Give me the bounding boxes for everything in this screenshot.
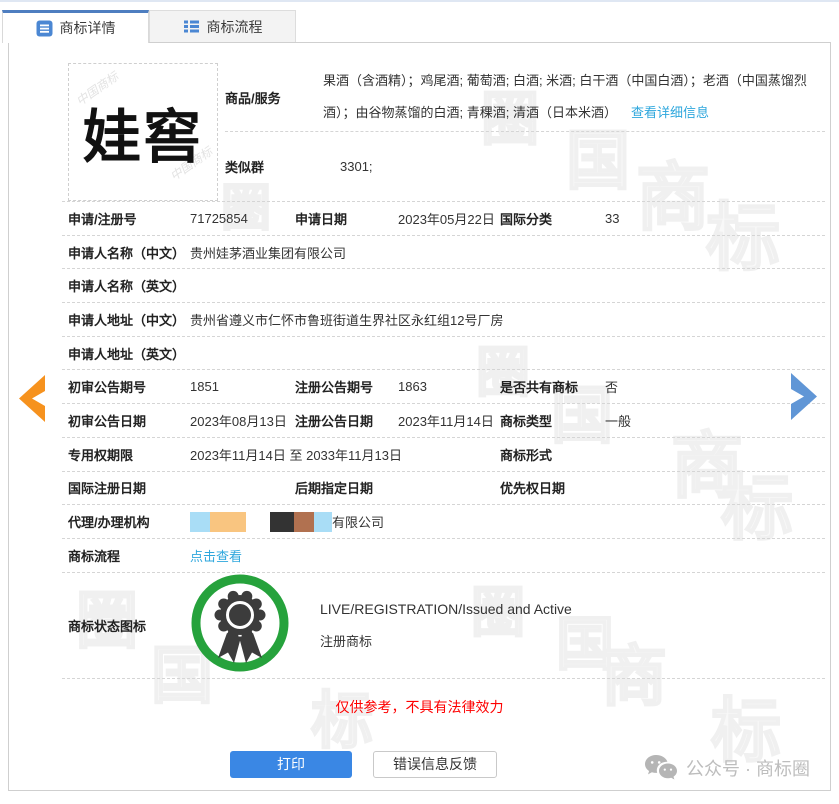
redaction-block [270,511,294,532]
tab-label: 商标流程 [206,18,263,35]
field-label: 申请人名称（中文） [68,245,186,261]
field-label: 专用权期限 [68,447,134,463]
previous-arrow-button[interactable] [19,375,46,427]
field-label: 申请人地址（中文） [68,312,186,328]
tab-bar: 商标详情 商标流程 [0,10,839,43]
status-label: 商标状态图标 [68,618,147,634]
field-value: 71725854 [190,210,248,226]
field-label: 商标形式 [500,447,553,463]
top-divider [0,0,839,2]
field-value: 2023年11月14日 [398,413,494,429]
goods-services-text: 果酒（含酒精）；鸡尾酒; 葡萄酒; 白酒; 米酒; 白干酒（中国白酒）；老酒（中… [323,73,807,120]
redaction-block [314,511,332,532]
field-value: 2023年08月13日 [190,413,287,429]
wechat-icon [645,755,677,780]
field-label: 是否共有商标 [500,380,579,396]
field-label: 优先权日期 [500,481,566,497]
field-label: 注册公告日期 [295,413,374,429]
process-list-icon [183,18,200,35]
table-row: 申请人地址（英文） [62,337,825,371]
award-ribbon-icon [191,574,289,672]
field-label: 注册公告期号 [295,380,374,396]
status-text: LIVE/REGISTRATION/Issued and Active 注册商标 [320,601,825,650]
chevron-right-icon [791,373,817,420]
wechat-account-text: 公众号 · 商标圈 [686,759,810,779]
table-row: 申请人名称（英文） [62,269,825,304]
print-button[interactable]: 打印 [230,750,352,778]
table-row: 初审公告期号 1851 注册公告期号 1863 是否共有商标 否 [62,370,825,405]
error-feedback-button[interactable]: 错误信息反馈 [373,750,497,778]
process-row: 商标流程 点击查看 [62,539,825,573]
redaction-block [190,511,210,532]
tab-label: 商标详情 [59,20,116,36]
field-label: 申请人地址（英文） [68,346,186,362]
field-label: 申请日期 [295,211,348,227]
goods-services-value: 果酒（含酒精）；鸡尾酒; 葡萄酒; 白酒; 米酒; 白干酒（中国白酒）；老酒（中… [323,65,825,129]
goods-services-label: 商品/服务 [225,90,281,106]
similar-group-value: 3301; [340,158,373,174]
trademark-image: 中国商标 中国商标 娃窖 [68,63,218,201]
redaction-block [294,511,314,532]
trademark-summary-section: 中国商标 中国商标 娃窖 商品/服务 果酒（含酒精）；鸡尾酒; 葡萄酒; 白酒;… [62,43,825,202]
field-value: 2023年05月22日 [398,211,495,227]
trademark-name: 娃窖 [82,105,203,170]
chevron-left-icon [19,375,45,422]
agent-label: 代理/办理机构 [68,515,150,531]
field-value: 贵州娃茅酒业集团有限公司 [190,245,347,261]
goods-services-row: 商品/服务 果酒（含酒精）；鸡尾酒; 葡萄酒; 白酒; 米酒; 白干酒（中国白酒… [225,63,825,132]
status-line-cn: 注册商标 [320,633,373,649]
field-label: 国际注册日期 [68,481,147,497]
view-details-link[interactable]: 查看详细信息 [631,105,709,120]
agent-row: 代理/办理机构 有限公司 [62,505,825,539]
table-row: 专用权期限 2023年11月14日 至 2033年11月13日 商标形式 [62,438,825,472]
table-row: 国际注册日期 后期指定日期 优先权日期 [62,472,825,506]
next-arrow-button[interactable] [790,373,817,425]
tab-trademark-detail[interactable]: 商标详情 [2,10,149,43]
agent-suffix: 有限公司 [332,515,385,531]
detail-list-icon [36,20,53,37]
field-value: 1851 [190,379,219,395]
field-label: 申请人名称（英文） [68,279,186,295]
similar-group-label: 类似群 [225,159,265,175]
field-label: 后期指定日期 [295,481,374,497]
field-label: 商标类型 [500,413,553,429]
field-label: 国际分类 [500,211,553,227]
field-label: 申请/注册号 [68,211,137,227]
status-line-en: LIVE/REGISTRATION/Issued and Active [320,600,572,617]
field-value: 2023年11月14日 至 2033年11月13日 [190,447,402,463]
field-value: 1863 [398,379,427,395]
table-row: 申请/注册号 71725854 申请日期 2023年05月22日 国际分类 33 [62,202,825,236]
similar-group-row: 类似群 3301; [225,132,825,200]
status-badge [190,573,320,678]
table-row: 初审公告日期 2023年08月13日 注册公告日期 2023年11月14日 商标… [62,404,825,438]
field-value: 贵州省遵义市仁怀市鲁班街道生界社区永红组12号厂房 [190,312,504,328]
table-row: 申请人名称（中文） 贵州娃茅酒业集团有限公司 [62,236,825,270]
status-row: 商标状态图标 LIVE/REGISTRATION/Issued and Acti… [62,573,825,679]
wechat-account-footer: 公众号 · 商标圈 [644,754,810,782]
field-label: 初审公告日期 [68,413,147,429]
field-value: 33 [605,210,620,226]
view-process-link[interactable]: 点击查看 [190,546,825,565]
agent-value: 有限公司 [190,511,825,532]
tab-trademark-process[interactable]: 商标流程 [149,10,296,42]
trademark-detail-panel: 圈圈国商标圈国商标圈国圈国商标标 中国商标 中国商标 娃窖 商品/服务 果酒（含… [8,42,831,791]
process-label: 商标流程 [68,548,121,564]
redaction-block [210,511,246,532]
field-label: 初审公告期号 [68,380,147,396]
table-row: 申请人地址（中文） 贵州省遵义市仁怀市鲁班街道生界社区永红组12号厂房 [62,303,825,337]
disclaimer-text: 仅供参考，不具有法律效力 [335,698,504,715]
